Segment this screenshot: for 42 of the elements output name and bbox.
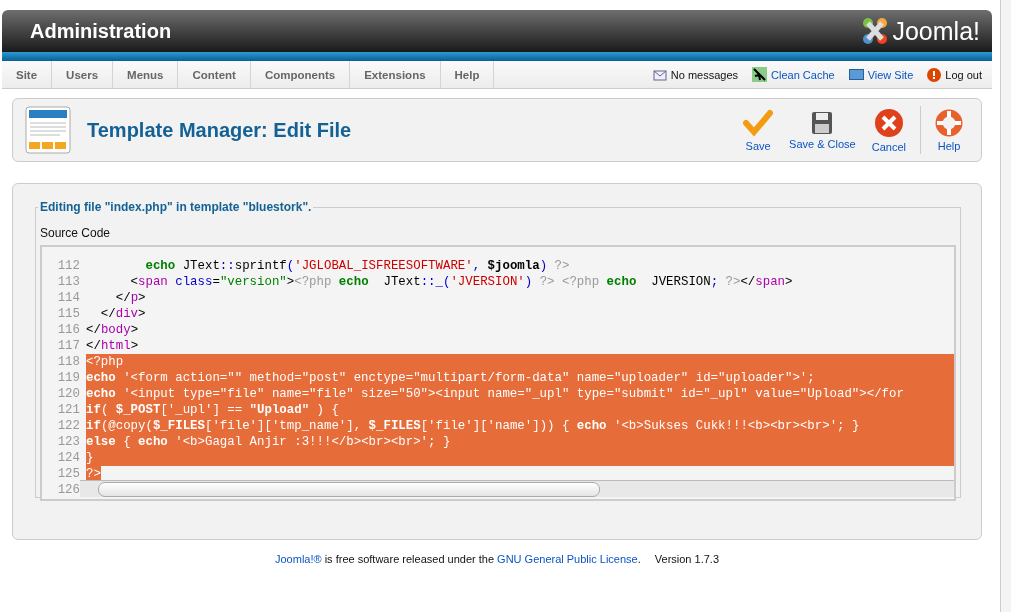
- horizontal-scrollbar[interactable]: [80, 480, 954, 497]
- lifebuoy-icon: [935, 108, 963, 137]
- toolbar-button[interactable]: Save & Close: [781, 110, 864, 150]
- code-editor[interactable]: [40, 245, 956, 501]
- menu-item[interactable]: Extensions: [350, 61, 441, 88]
- footer-text: Joomla!® is free software released under the GNU General Public License. Version 1.7.3: [274, 553, 720, 565]
- header-title: Administration: [30, 19, 172, 43]
- scrollbar-thumb[interactable]: [98, 481, 600, 497]
- menu-item[interactable]: Site: [2, 61, 53, 88]
- footer-link[interactable]: Joomla!®: [275, 553, 322, 565]
- code-line: <span class="version"><?php echo JText::_('JVERSION') ?> <?php echo JVERSION; ?></span>: [129, 274, 793, 290]
- status-link[interactable]: Log out: [945, 68, 982, 81]
- broom-icon: [752, 67, 768, 82]
- checkmark-icon: [743, 108, 774, 137]
- footer-link[interactable]: GNU General Public License: [497, 553, 638, 565]
- envelope-icon: [652, 68, 667, 81]
- logout-icon: [927, 67, 942, 82]
- toolbar-button[interactable]: Cancel: [863, 107, 914, 153]
- cancel-icon: [873, 107, 904, 138]
- code-line: </html>: [86, 338, 139, 354]
- version-text: Version 1.7.3: [654, 553, 719, 565]
- menu-item[interactable]: Menus: [113, 61, 179, 88]
- menu-item[interactable]: Components: [250, 61, 351, 88]
- code-line: </div>: [99, 306, 146, 322]
- scrollbar-track[interactable]: [1000, 0, 1011, 612]
- status-link[interactable]: View Site: [867, 68, 914, 81]
- page-title: Template Manager: Edit File: [87, 118, 352, 142]
- status-link[interactable]: No messages: [670, 68, 739, 81]
- field-label: Source Code: [40, 226, 112, 240]
- logo-text: Joomla!: [892, 16, 980, 46]
- toolbar-button[interactable]: Save: [735, 108, 782, 152]
- template-icon: [25, 106, 71, 154]
- monitor-icon: [848, 68, 864, 81]
- menu-item[interactable]: Users: [52, 61, 114, 88]
- toolbar-button[interactable]: Help: [920, 106, 971, 154]
- menu-item[interactable]: Help: [440, 61, 495, 88]
- fieldset-legend: Editing file "index.php" in template "bluestork".: [38, 200, 314, 214]
- code-line: </p>: [114, 290, 146, 306]
- code-line: echo JText::sprintf('JGLOBAL_ISFREESOFTWARE', $joomla) ?>: [144, 258, 570, 274]
- code-line: </body>: [86, 322, 139, 338]
- menu-item[interactable]: Content: [178, 61, 251, 88]
- status-link[interactable]: Clean Cache: [771, 68, 835, 81]
